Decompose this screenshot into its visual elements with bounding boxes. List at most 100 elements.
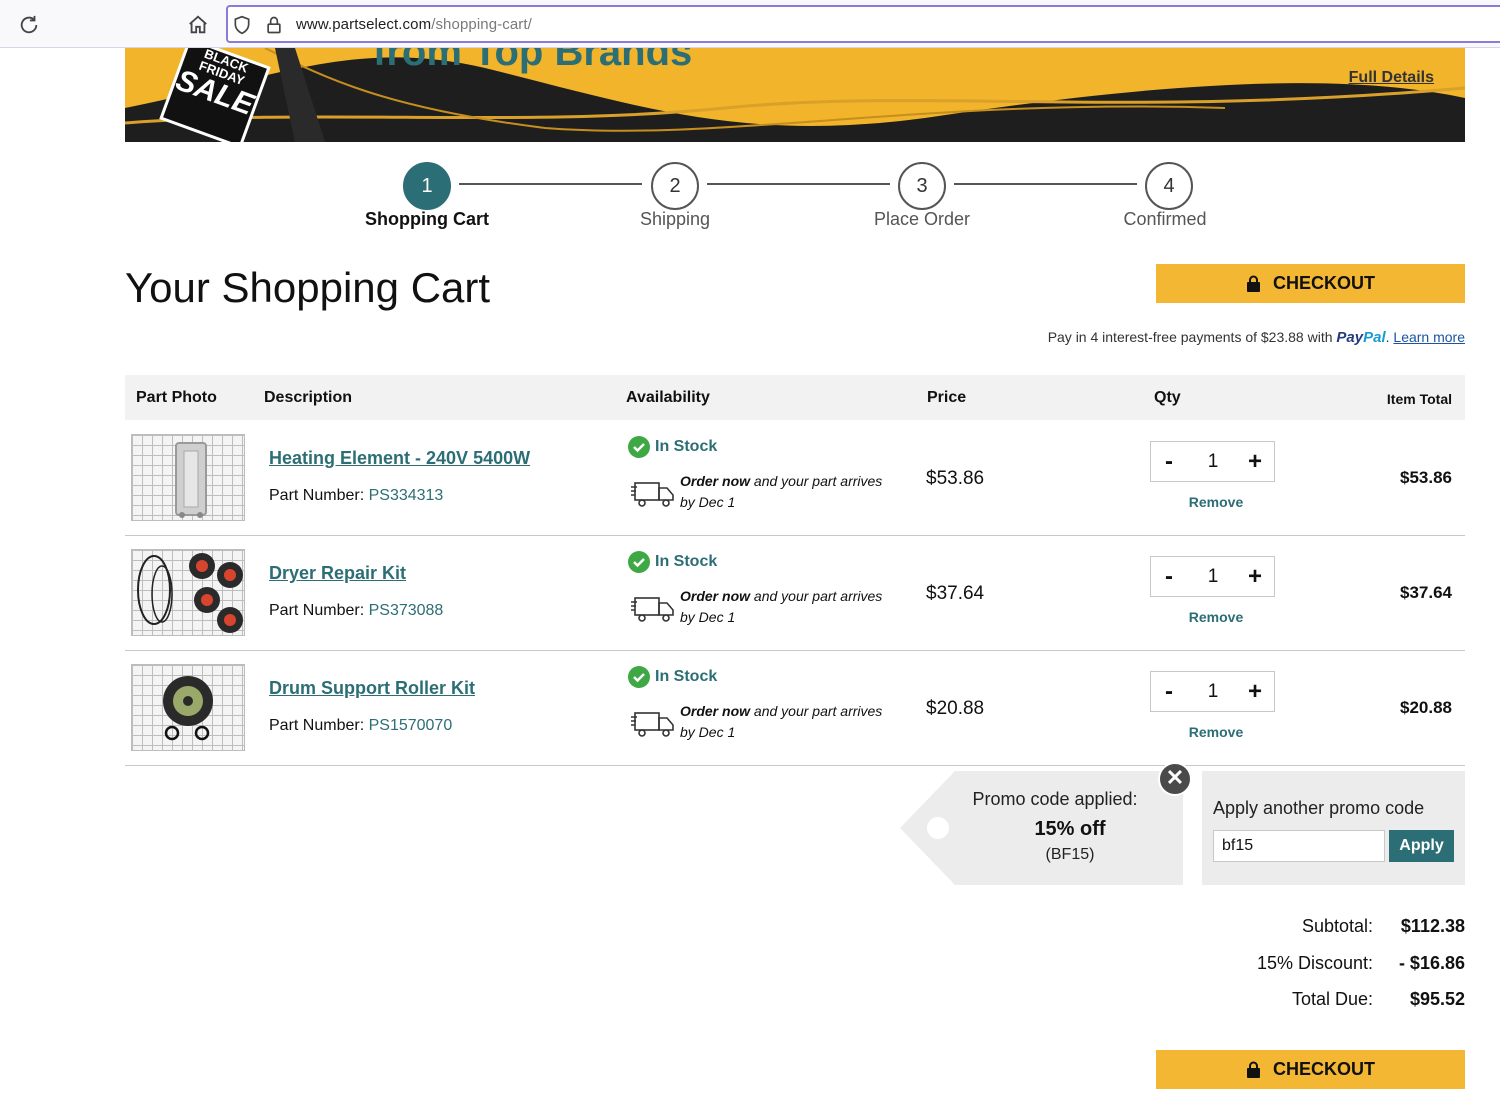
lock-icon xyxy=(1247,275,1260,292)
delivery-date: by Dec 1 xyxy=(680,494,736,510)
part-number-value: PS1570070 xyxy=(368,717,453,734)
quantity-input[interactable] xyxy=(1195,565,1231,589)
part-photo-drum-support-roller-kit[interactable] xyxy=(131,664,245,751)
arrives-label: and your part arrives xyxy=(753,473,883,489)
url-path: /shopping-cart/ xyxy=(431,16,532,33)
decrease-qty-button[interactable]: - xyxy=(1154,448,1184,476)
increase-qty-button[interactable]: + xyxy=(1240,448,1270,476)
order-now-label: Order now xyxy=(680,703,751,719)
home-icon[interactable] xyxy=(187,14,209,36)
full-details-link[interactable]: Full Details xyxy=(1349,69,1434,87)
header-availability: Availability xyxy=(626,389,710,406)
step-1-label: Shopping Cart xyxy=(365,209,489,229)
unit-price: $37.64 xyxy=(926,583,985,604)
apply-promo-button[interactable]: Apply xyxy=(1389,830,1454,862)
check-icon xyxy=(628,666,650,688)
step-2-label: Shipping xyxy=(639,209,711,229)
unit-price: $20.88 xyxy=(926,698,985,719)
step-4-circle: 4 xyxy=(1145,162,1193,210)
in-stock-label: In Stock xyxy=(655,553,718,570)
quantity-stepper: - + xyxy=(1150,556,1275,597)
arrives-label: and your part arrives xyxy=(753,588,883,604)
checkout-button-top[interactable]: CHECKOUT xyxy=(1156,264,1465,303)
promo-code-input[interactable] xyxy=(1213,830,1385,862)
checkout-steps: 1 2 3 4 Shopping Cart Shipping Place Ord… xyxy=(0,160,1500,240)
delivery-date: by Dec 1 xyxy=(680,724,736,740)
promo-discount-amount: 15% off xyxy=(1034,818,1106,840)
delivery-estimate: Order now and your part arrives by Dec 1 xyxy=(680,701,900,743)
step-2-circle: 2 xyxy=(651,162,699,210)
cart-row: Drum Support Roller Kit Part Number: PS1… xyxy=(125,651,1465,766)
total-due-label: Total Due: xyxy=(1291,989,1373,1009)
part-number-label: Part Number: xyxy=(269,487,365,504)
arrives-label: and your part arrives xyxy=(753,703,883,719)
banner-ribbon-graphic xyxy=(125,48,1465,142)
part-name-link[interactable]: Dryer Repair Kit xyxy=(269,563,406,584)
paypal-logo-pal: Pal xyxy=(1363,329,1386,346)
in-stock-label: In Stock xyxy=(655,438,718,455)
part-number: Part Number: PS1570070 xyxy=(269,717,452,735)
in-stock-status: In Stock xyxy=(628,551,717,573)
part-number-value: PS334313 xyxy=(368,487,444,504)
checkout-button-bottom[interactable]: CHECKOUT xyxy=(1156,1050,1465,1089)
paypal-dot: . xyxy=(1385,329,1390,345)
remove-promo-button[interactable]: ✕ xyxy=(1158,762,1192,796)
remove-item-link[interactable]: Remove xyxy=(1150,609,1282,625)
in-stock-label: In Stock xyxy=(655,668,718,685)
cart-row: Dryer Repair Kit Part Number: PS373088 I… xyxy=(125,536,1465,651)
paypal-logo-pay: Pay xyxy=(1336,329,1364,346)
part-name-link[interactable]: Heating Element - 240V 5400W xyxy=(269,448,530,469)
cart-row: Heating Element - 240V 5400W Part Number… xyxy=(125,421,1465,536)
page-title: Your Shopping Cart xyxy=(125,264,491,311)
paypal-learn-more-link[interactable]: Learn more xyxy=(1393,329,1465,345)
drum-roller-image xyxy=(163,676,213,741)
quantity-stepper: - + xyxy=(1150,441,1275,482)
remove-item-link[interactable]: Remove xyxy=(1150,724,1282,740)
quantity-input[interactable] xyxy=(1195,680,1231,704)
step-3-circle: 3 xyxy=(898,162,946,210)
checkout-label: CHECKOUT xyxy=(1273,273,1375,293)
quantity-input[interactable] xyxy=(1195,450,1231,474)
item-total: $53.86 xyxy=(1400,468,1452,487)
remove-item-link[interactable]: Remove xyxy=(1150,494,1282,510)
part-photo-heating-element[interactable] xyxy=(131,434,245,521)
heating-element-image xyxy=(175,442,207,518)
item-total: $20.88 xyxy=(1400,698,1452,717)
part-number: Part Number: PS373088 xyxy=(269,602,443,620)
unit-price: $53.86 xyxy=(926,468,985,489)
header-item-total: Item Total xyxy=(1386,391,1452,407)
delivery-truck-icon xyxy=(631,712,674,737)
order-now-label: Order now xyxy=(680,473,751,489)
step-connector xyxy=(707,183,890,185)
url-domain: www.partselect.com xyxy=(296,16,432,33)
subtotal-label: Subtotal: xyxy=(1301,916,1373,936)
reload-icon[interactable] xyxy=(18,14,40,36)
dryer-repair-kit-image xyxy=(137,553,243,633)
check-icon xyxy=(628,436,650,458)
promo-code-value: (BF15) xyxy=(1045,846,1095,863)
delivery-truck-icon xyxy=(631,482,674,507)
lock-icon[interactable] xyxy=(264,14,284,36)
part-number-value: PS373088 xyxy=(368,602,444,619)
item-total: $37.64 xyxy=(1400,583,1452,602)
increase-qty-button[interactable]: + xyxy=(1240,563,1270,591)
in-stock-status: In Stock xyxy=(628,436,717,458)
banner-headline: from Top Brands xyxy=(373,48,693,74)
delivery-date: by Dec 1 xyxy=(680,609,736,625)
delivery-estimate: Order now and your part arrives by Dec 1 xyxy=(680,586,900,628)
part-photo-dryer-repair-kit[interactable] xyxy=(131,549,245,636)
url-text[interactable]: www.partselect.com/shopping-cart/ xyxy=(296,16,532,33)
shield-icon[interactable] xyxy=(232,14,252,36)
step-1-circle: 1 xyxy=(403,162,451,210)
promo-code-panel: Apply another promo code Apply xyxy=(1202,771,1465,885)
increase-qty-button[interactable]: + xyxy=(1240,678,1270,706)
decrease-qty-button[interactable]: - xyxy=(1154,678,1184,706)
black-friday-banner[interactable]: BLACK FRIDAY SALE from Top Brands Full D… xyxy=(125,48,1465,142)
total-due-value: $95.52 xyxy=(1409,989,1465,1009)
delivery-estimate: Order now and your part arrives by Dec 1 xyxy=(680,471,900,513)
part-name-link[interactable]: Drum Support Roller Kit xyxy=(269,678,475,699)
step-3-label: Place Order xyxy=(873,209,971,229)
cart-table-header: Part Photo Description Availability Pric… xyxy=(125,375,1465,420)
checkout-label: CHECKOUT xyxy=(1273,1059,1375,1079)
decrease-qty-button[interactable]: - xyxy=(1154,563,1184,591)
